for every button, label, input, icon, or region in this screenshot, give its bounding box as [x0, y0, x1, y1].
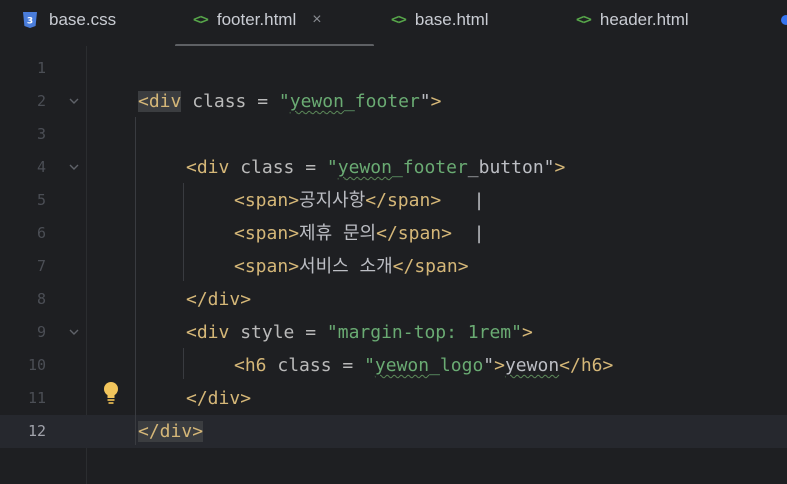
code-line[interactable]: 2 <div class = "yewon_footer"> [0, 85, 787, 118]
html-file-icon: <> [193, 12, 209, 28]
code-line[interactable]: 5 <span>공지사항</span> | [0, 184, 787, 217]
code-line[interactable]: 10 <h6 class = "yewon_logo">yewon</h6> [0, 349, 787, 382]
code-text: <span>공지사항</span> | [234, 190, 485, 211]
line-number: 1 [36, 59, 46, 77]
code-line[interactable]: 9 <div style = "margin-top: 1rem"> [0, 316, 787, 349]
fold-chevron-icon[interactable] [68, 326, 80, 338]
code-line[interactable]: 1 [0, 52, 787, 85]
tab-header-html[interactable]: <> header.html [576, 0, 689, 40]
code-text: <div class = "yewon_footer_button"> [186, 157, 566, 178]
lightbulb-icon[interactable] [102, 381, 120, 405]
editor-tab-bar: 3 base.css <> footer.html × <> base.html… [0, 0, 787, 47]
line-number: 8 [36, 290, 46, 308]
line-number: 6 [36, 224, 46, 242]
code-text: <div class = "yewon_footer"> [138, 91, 442, 112]
html-file-icon: <> [391, 12, 407, 28]
close-icon[interactable]: × [312, 11, 321, 29]
line-number: 11 [27, 389, 46, 407]
line-number: 3 [36, 125, 46, 143]
fold-chevron-icon[interactable] [68, 95, 80, 107]
code-line[interactable]: 7 <span>서비스 소개</span> [0, 250, 787, 283]
code-line[interactable]: 6 <span>제휴 문의</span> | [0, 217, 787, 250]
line-number: 4 [36, 158, 46, 176]
code-editor[interactable]: 1 2 <div class = "yewon_footer"> 3 4 <div cla… [0, 46, 787, 484]
tab-label: header.html [599, 10, 689, 29]
code-text: <span>서비스 소개</span> [234, 256, 469, 277]
fold-chevron-icon[interactable] [68, 161, 80, 173]
indent-guide [135, 117, 136, 445]
css-file-icon: 3 [20, 10, 40, 30]
code-text: <span>제휴 문의</span> | [234, 223, 485, 244]
code-line[interactable]: 4 <div class = "yewon_footer_button"> [0, 151, 787, 184]
tab-base-css[interactable]: 3 base.css [20, 0, 116, 40]
code-text: <h6 class = "yewon_logo">yewon</h6> [234, 355, 614, 376]
code-line[interactable]: 8 </div> [0, 283, 787, 316]
line-number: 10 [27, 356, 46, 374]
code-text: </div> [186, 289, 252, 310]
code-line[interactable]: 3 [0, 118, 787, 151]
code-text: <div style = "margin-top: 1rem"> [186, 322, 533, 343]
line-number: 12 [27, 422, 46, 440]
indent-guide [183, 348, 184, 379]
code-text: </div> [138, 421, 204, 442]
html-file-icon: <> [576, 12, 592, 28]
tab-label: base.css [49, 10, 117, 29]
code-text: </div> [186, 388, 252, 409]
svg-text:3: 3 [27, 17, 33, 27]
tab-label: footer.html [216, 10, 297, 29]
tab-footer-html[interactable]: <> footer.html × [193, 0, 322, 40]
line-number: 2 [36, 92, 46, 110]
modified-dot-icon [781, 15, 787, 25]
tab-label: base.html [414, 10, 489, 29]
line-number: 7 [36, 257, 46, 275]
code-line[interactable]: 12 </div> [0, 415, 787, 448]
line-number: 5 [36, 191, 46, 209]
line-number: 9 [36, 323, 46, 341]
indent-guide [183, 183, 184, 281]
tab-base-html[interactable]: <> base.html [391, 0, 489, 40]
